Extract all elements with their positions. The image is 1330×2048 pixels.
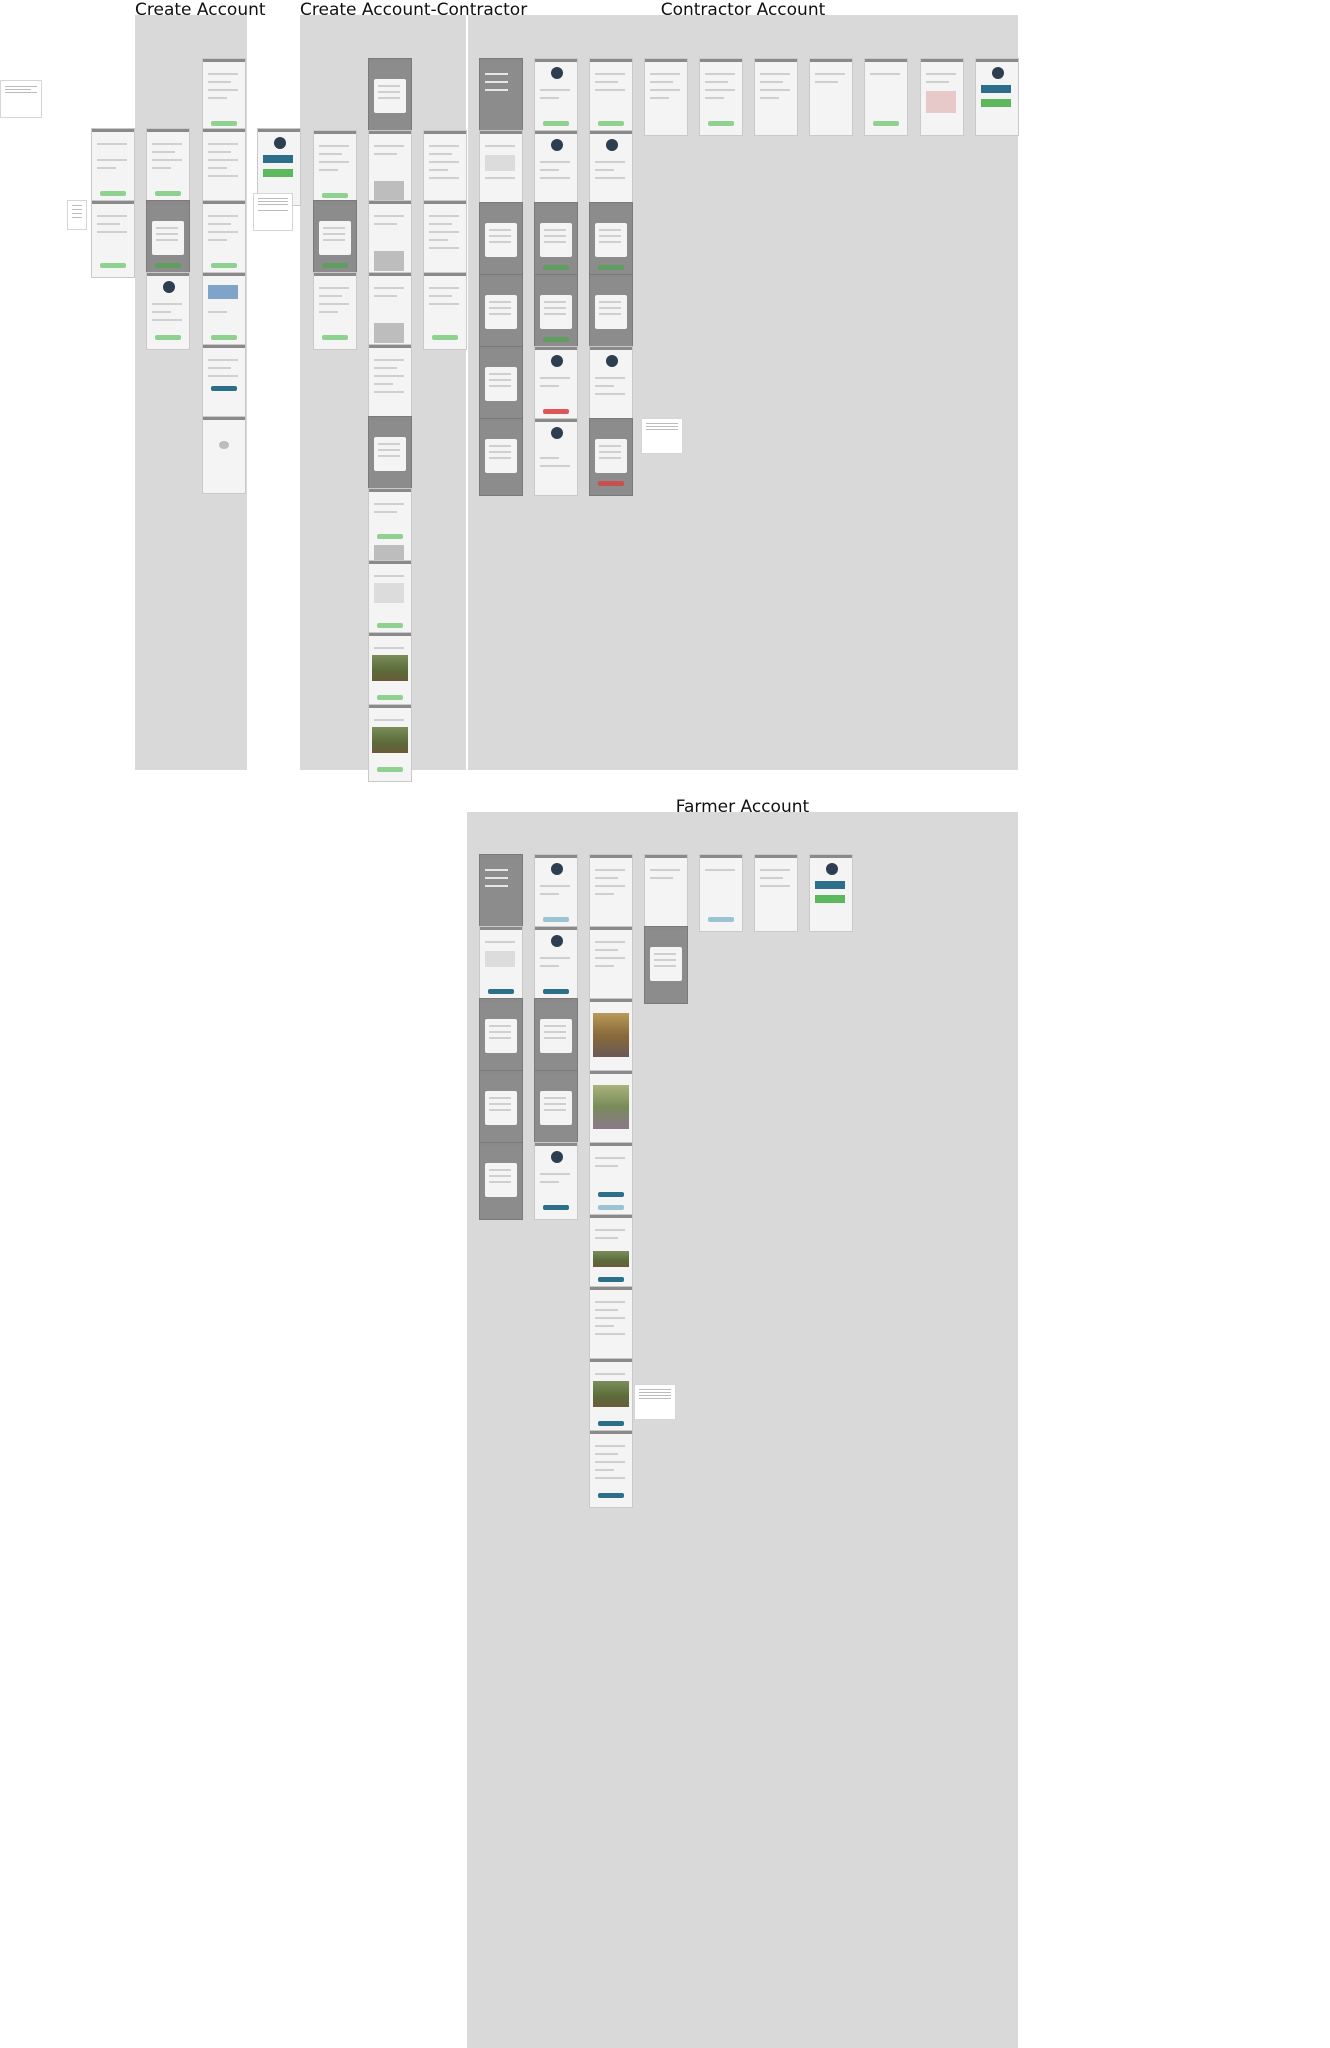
screen[interactable] bbox=[864, 58, 908, 136]
screen-modal[interactable] bbox=[368, 58, 412, 136]
section-title-farmer-account: Farmer Account bbox=[675, 797, 810, 817]
screen-modal[interactable] bbox=[479, 274, 523, 352]
section-title-contractor-account: Contractor Account bbox=[660, 0, 826, 20]
screen[interactable] bbox=[368, 344, 412, 422]
screen-photo[interactable] bbox=[589, 1358, 633, 1436]
screen[interactable] bbox=[589, 346, 633, 424]
screen[interactable] bbox=[534, 418, 578, 496]
screen-modal[interactable] bbox=[479, 1070, 523, 1148]
section-title-create-account-contractor: Create Account-Contractor bbox=[300, 0, 528, 20]
screen[interactable] bbox=[589, 854, 633, 932]
screen-modal[interactable] bbox=[534, 998, 578, 1076]
screen-modal[interactable] bbox=[368, 416, 412, 494]
screen-modal[interactable] bbox=[479, 998, 523, 1076]
screen-photo[interactable] bbox=[589, 998, 633, 1076]
screen-list[interactable] bbox=[534, 1142, 578, 1220]
screen[interactable] bbox=[644, 854, 688, 932]
screen-modal[interactable] bbox=[479, 202, 523, 280]
screen[interactable] bbox=[534, 346, 578, 424]
screen-photo[interactable] bbox=[589, 1070, 633, 1148]
screen-modal[interactable] bbox=[479, 346, 523, 424]
screen-payment[interactable] bbox=[202, 344, 246, 422]
screen-modal[interactable] bbox=[534, 274, 578, 352]
screen[interactable] bbox=[699, 58, 743, 136]
screen[interactable] bbox=[313, 272, 357, 350]
screen-calendar[interactable] bbox=[479, 130, 523, 208]
section-title-create-account: Create Account bbox=[135, 0, 266, 20]
screen-menu[interactable] bbox=[479, 58, 523, 136]
screen-profile[interactable] bbox=[146, 272, 190, 350]
screen-keyboard[interactable] bbox=[368, 272, 412, 350]
screen[interactable] bbox=[589, 58, 633, 136]
screen-modal[interactable] bbox=[589, 274, 633, 352]
screen[interactable] bbox=[146, 128, 190, 206]
screen-modal[interactable] bbox=[534, 1070, 578, 1148]
screen-list[interactable] bbox=[534, 926, 578, 1004]
screen-modal[interactable] bbox=[313, 200, 357, 278]
screen[interactable] bbox=[699, 854, 743, 932]
screen-modal[interactable] bbox=[479, 418, 523, 496]
screen-modal[interactable] bbox=[534, 202, 578, 280]
screen-modal[interactable] bbox=[589, 202, 633, 280]
screen-profile[interactable] bbox=[534, 854, 578, 932]
screen-photo[interactable] bbox=[368, 704, 412, 782]
screen[interactable] bbox=[589, 1286, 633, 1364]
screen-modal[interactable] bbox=[589, 418, 633, 496]
screen-modal[interactable] bbox=[644, 926, 688, 1004]
screen-welcome[interactable] bbox=[809, 854, 853, 932]
screen[interactable] bbox=[754, 58, 798, 136]
screen[interactable] bbox=[313, 130, 357, 208]
screen-map[interactable] bbox=[920, 58, 964, 136]
screen[interactable] bbox=[589, 1430, 633, 1508]
screen-card[interactable] bbox=[202, 272, 246, 350]
screen-photo[interactable] bbox=[589, 1214, 633, 1292]
screen-register[interactable] bbox=[91, 200, 135, 278]
screen-login[interactable] bbox=[91, 128, 135, 206]
screen[interactable] bbox=[589, 926, 633, 1004]
screen-modal[interactable] bbox=[146, 200, 190, 278]
screen[interactable] bbox=[423, 200, 467, 278]
screen-list[interactable] bbox=[534, 130, 578, 208]
screen[interactable] bbox=[423, 130, 467, 208]
screen[interactable] bbox=[423, 272, 467, 350]
annotation-note bbox=[634, 1384, 676, 1420]
screen[interactable] bbox=[368, 560, 412, 638]
screen[interactable] bbox=[202, 58, 246, 136]
screen-menu[interactable] bbox=[479, 854, 523, 932]
screen[interactable] bbox=[202, 200, 246, 278]
screen-keyboard[interactable] bbox=[368, 488, 412, 566]
annotation-note bbox=[641, 418, 683, 454]
screen-photo[interactable] bbox=[368, 632, 412, 710]
annotation-note bbox=[253, 193, 293, 231]
screen-list[interactable] bbox=[589, 130, 633, 208]
screen-keyboard[interactable] bbox=[368, 200, 412, 278]
screen[interactable] bbox=[202, 128, 246, 206]
screen[interactable] bbox=[589, 1142, 633, 1220]
screen[interactable] bbox=[809, 58, 853, 136]
screen-loading[interactable] bbox=[202, 416, 246, 494]
screen-modal[interactable] bbox=[479, 1142, 523, 1220]
screen-calendar[interactable] bbox=[479, 926, 523, 1004]
screen-profile[interactable] bbox=[534, 58, 578, 136]
screen[interactable] bbox=[754, 854, 798, 932]
screen-welcome[interactable] bbox=[975, 58, 1019, 136]
annotation-note bbox=[0, 80, 42, 118]
screen[interactable] bbox=[644, 58, 688, 136]
annotation-note bbox=[67, 200, 87, 230]
screen-keyboard[interactable] bbox=[368, 130, 412, 208]
